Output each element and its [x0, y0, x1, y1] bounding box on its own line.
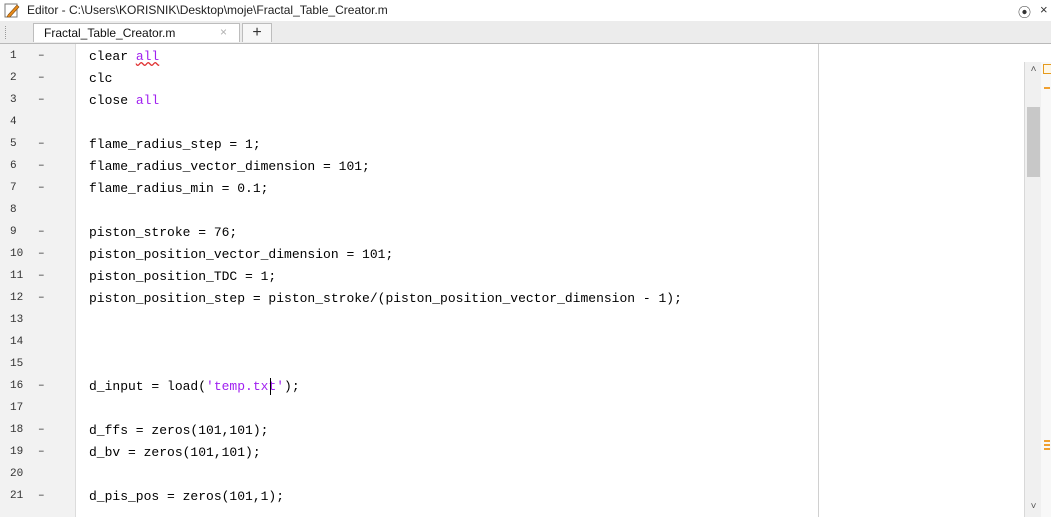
code-line[interactable]: 6 – flame_radius_vector_dimension = 101;	[0, 156, 1024, 178]
warning-marker[interactable]	[1044, 448, 1050, 450]
code-text: piston_position_vector_dimension = 101;	[89, 247, 394, 262]
code-text: clear all	[89, 49, 160, 64]
line-number: 2	[10, 72, 17, 84]
line-number: 14	[10, 336, 24, 348]
code-line[interactable]: 2 – clc	[0, 68, 1024, 90]
code-text: d_ffs = zeros(101,101);	[89, 423, 269, 438]
line-number: 8	[10, 204, 17, 216]
line-number: 4	[10, 116, 17, 128]
line-number: 5	[10, 138, 17, 150]
line-number: 3	[10, 94, 17, 106]
line-number: 16	[10, 380, 24, 392]
code-line[interactable]: 18 – d_ffs = zeros(101,101);	[0, 420, 1024, 442]
code-line[interactable]: 5 – flame_radius_step = 1;	[0, 134, 1024, 156]
code-line[interactable]: 8	[0, 200, 1024, 222]
code-line[interactable]: 4	[0, 112, 1024, 134]
breakpoint-marker[interactable]: –	[38, 94, 45, 106]
code-line[interactable]: 1 – clear all	[0, 46, 1024, 68]
breakpoint-marker[interactable]: –	[38, 292, 45, 304]
line-number: 20	[10, 468, 24, 480]
code-line[interactable]: 19 – d_bv = zeros(101,101);	[0, 442, 1024, 464]
code-line[interactable]: 15	[0, 354, 1024, 376]
code-line[interactable]: 12 – piston_position_step = piston_stroke/…	[0, 288, 1024, 310]
warning-marker[interactable]	[1044, 440, 1050, 442]
code-line[interactable]: 10 – piston_position_vector_dimension = 10…	[0, 244, 1024, 266]
code-text: piston_position_TDC = 1;	[89, 269, 277, 284]
warning-marker[interactable]	[1044, 444, 1050, 446]
window-title: Editor - C:\Users\KORISNIK\Desktop\moje\…	[27, 3, 388, 17]
code-line[interactable]: 20	[0, 464, 1024, 486]
warning-indicator-icon[interactable]	[1043, 64, 1051, 74]
breakpoint-marker[interactable]: –	[38, 424, 45, 436]
window-menu-icon[interactable]: ⦿	[1018, 2, 1031, 21]
code-text: d_input = load('temp.txt');	[89, 379, 300, 394]
scrollbar-thumb[interactable]	[1027, 107, 1040, 177]
code-analyzer-bar	[1041, 62, 1051, 517]
breakpoint-marker[interactable]: –	[38, 270, 45, 282]
code-text: flame_radius_min = 0.1;	[89, 181, 269, 196]
breakpoint-marker[interactable]: –	[38, 490, 45, 502]
code-text: piston_stroke = 76;	[89, 225, 238, 240]
code-line[interactable]: 14	[0, 332, 1024, 354]
line-number: 10	[10, 248, 24, 260]
code-text: flame_radius_vector_dimension = 101;	[89, 159, 370, 174]
code-editor[interactable]: 1 – clear all 2 – clc 3 – close all 4 5 – flame_radi…	[0, 44, 1024, 517]
add-tab-button[interactable]: +	[242, 23, 272, 42]
line-number: 21	[10, 490, 24, 502]
line-number: 9	[10, 226, 17, 238]
tab-bar: Fractal_Table_Creator.m × +	[0, 21, 1051, 44]
breakpoint-marker[interactable]: –	[38, 248, 45, 260]
line-number: 1	[10, 50, 17, 62]
code-text: d_pis_pos = zeros(101,1);	[89, 489, 285, 504]
line-number: 15	[10, 358, 24, 370]
code-text: piston_position_step = piston_stroke/(pi…	[89, 291, 682, 306]
breakpoint-marker[interactable]: –	[38, 182, 45, 194]
scroll-down-icon[interactable]: ˅	[1025, 501, 1042, 515]
breakpoint-marker[interactable]: –	[38, 50, 45, 62]
code-text: d_bv = zeros(101,101);	[89, 445, 261, 460]
close-icon[interactable]: ×	[1040, 2, 1048, 17]
code-line[interactable]: 21 – d_pis_pos = zeros(101,1);	[0, 486, 1024, 508]
editor-pencil-icon	[4, 3, 20, 18]
tab-label: Fractal_Table_Creator.m	[44, 26, 176, 40]
breakpoint-marker[interactable]: –	[38, 72, 45, 84]
line-number: 11	[10, 270, 24, 282]
code-line[interactable]: 3 – close all	[0, 90, 1024, 112]
code-line[interactable]: 9 – piston_stroke = 76;	[0, 222, 1024, 244]
code-text: clc	[89, 71, 113, 86]
code-line[interactable]: 7 – flame_radius_min = 0.1;	[0, 178, 1024, 200]
tab-fractal-table-creator[interactable]: Fractal_Table_Creator.m ×	[33, 23, 240, 42]
line-number: 18	[10, 424, 24, 436]
line-number: 7	[10, 182, 17, 194]
breakpoint-marker[interactable]: –	[38, 138, 45, 150]
line-number: 19	[10, 446, 24, 458]
code-line[interactable]: 16 – d_input = load('temp.txt');	[0, 376, 1024, 398]
title-bar: Editor - C:\Users\KORISNIK\Desktop\moje\…	[0, 0, 1051, 22]
line-number: 6	[10, 160, 17, 172]
breakpoint-marker[interactable]: –	[38, 160, 45, 172]
breakpoint-marker[interactable]: –	[38, 226, 45, 238]
breakpoint-marker[interactable]: –	[38, 446, 45, 458]
code-line[interactable]: 13	[0, 310, 1024, 332]
tab-close-icon[interactable]: ×	[220, 25, 227, 39]
scroll-up-icon[interactable]: ˄	[1025, 64, 1042, 78]
code-text: close all	[89, 93, 160, 108]
code-text: flame_radius_step = 1;	[89, 137, 261, 152]
text-cursor	[270, 378, 271, 395]
vertical-scrollbar[interactable]: ˄ ˅	[1024, 62, 1042, 517]
code-line[interactable]: 17	[0, 398, 1024, 420]
line-number: 12	[10, 292, 24, 304]
tab-grip-handle[interactable]	[5, 26, 10, 39]
line-number: 17	[10, 402, 24, 414]
warning-marker[interactable]	[1044, 87, 1050, 89]
breakpoint-marker[interactable]: –	[38, 380, 45, 392]
line-number: 13	[10, 314, 24, 326]
code-line[interactable]: 11 – piston_position_TDC = 1;	[0, 266, 1024, 288]
